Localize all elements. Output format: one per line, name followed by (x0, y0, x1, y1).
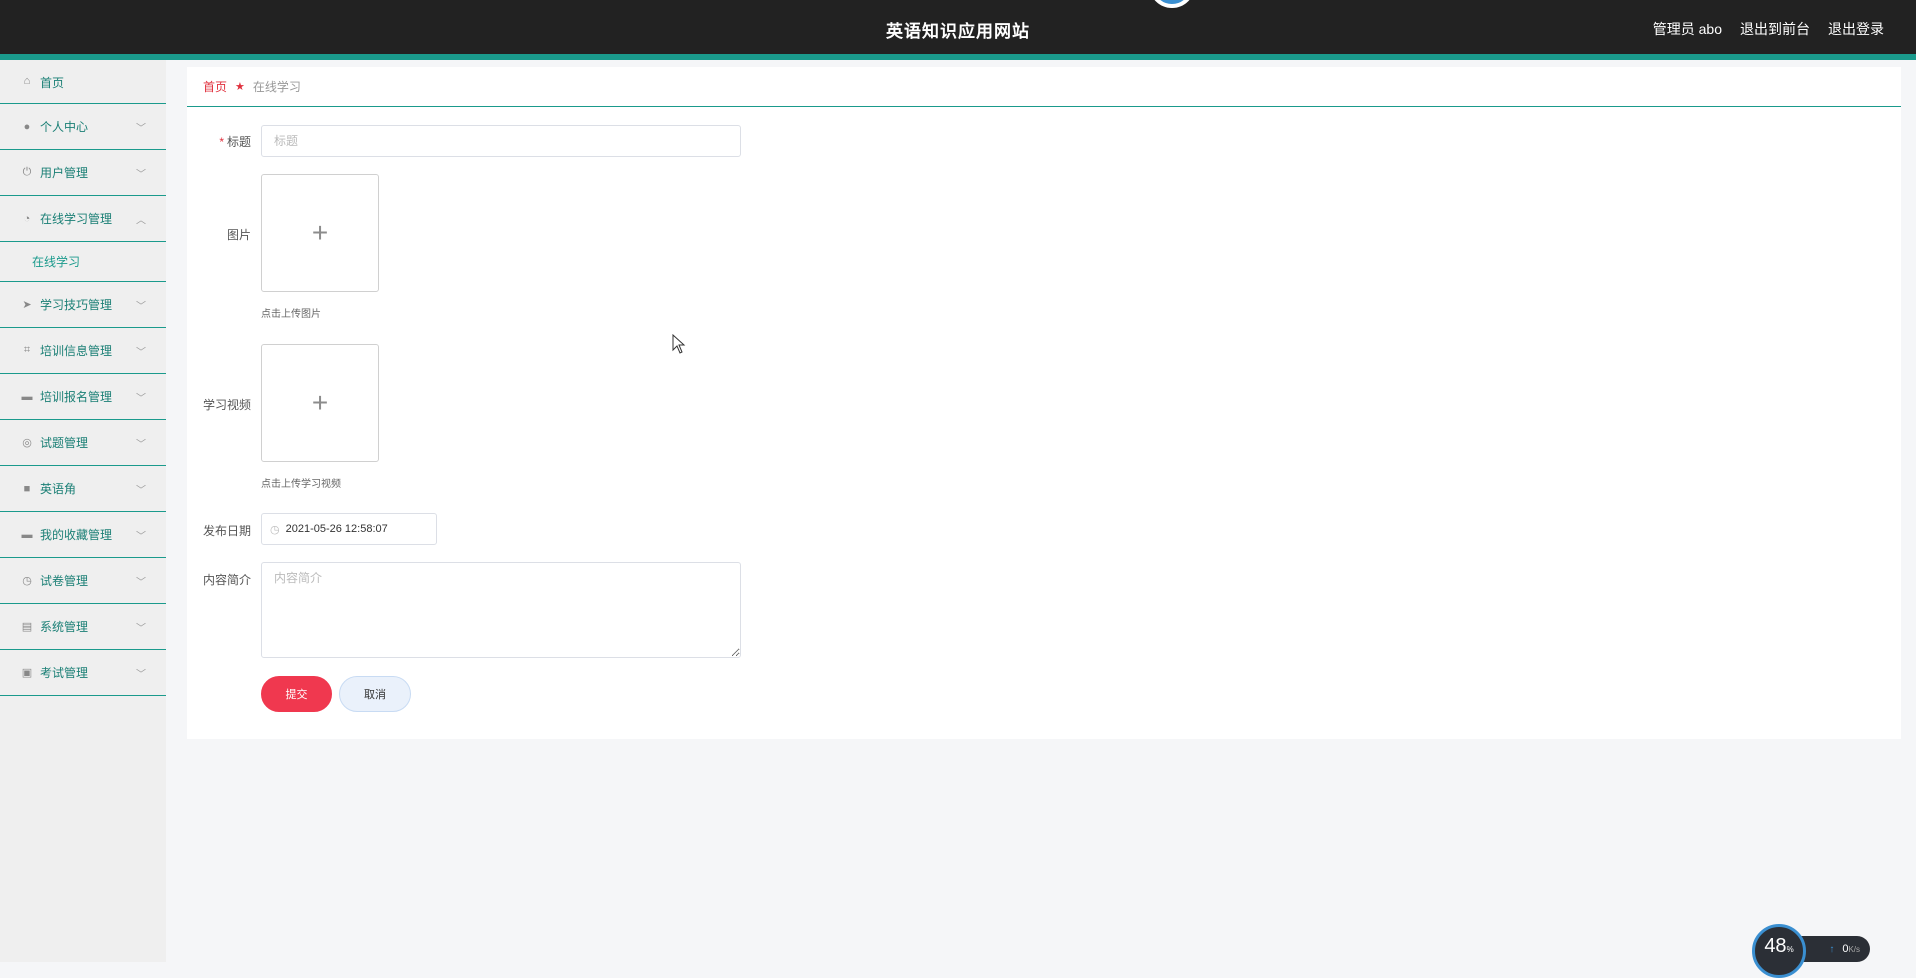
intro-label: 内容简介 (202, 573, 251, 587)
image-upload-box[interactable]: + (261, 174, 379, 292)
admin-username: 管理员 abo (1652, 21, 1722, 37)
sidebar-item-label: 系统管理 (40, 620, 89, 634)
check-clipboard-icon: ▣ (21, 667, 33, 679)
plus-icon: + (311, 387, 329, 418)
sidebar-item-home[interactable]: ⌂ 首页 (0, 60, 166, 104)
chevron-down-icon: ﹀ (136, 669, 146, 680)
dashboard-icon: ◔ (23, 212, 31, 225)
chevron-down-icon: ﹀ (136, 577, 146, 588)
user-icon: ● (23, 120, 31, 133)
sidebar-item-question-management[interactable]: ◎ 试题管理 ﹀ (0, 420, 166, 466)
chevron-down-icon: ﹀ (136, 439, 146, 450)
sidebar-item-label: 我的收藏管理 (40, 528, 113, 542)
folder-icon: ▬ (21, 528, 33, 541)
usage-percent-unit: % (1786, 945, 1794, 954)
sidebar-item-label: 培训信息管理 (40, 344, 113, 358)
sidebar-item-training-info[interactable]: ⌗ 培训信息管理 ﹀ (0, 328, 166, 374)
star-icon: ★ (235, 81, 245, 93)
image-label: 图片 (226, 228, 251, 242)
chevron-down-icon: ﹀ (136, 531, 146, 542)
intro-textarea[interactable] (261, 562, 741, 658)
send-icon: ➤ (22, 299, 32, 311)
main-panel: 首页 ★ 在线学习 *标题 图片 + 点击上传图片 学习视频 + 点击上传学习视… (187, 67, 1901, 739)
title-label: * 标题 (187, 133, 251, 150)
briefcase-icon: ■ (23, 482, 31, 495)
sidebar-item-user-management[interactable]: ⏻ 用户管理 ﹀ (0, 150, 166, 196)
clock-icon: ◷ (22, 575, 32, 587)
chevron-down-icon: ﹀ (136, 347, 146, 358)
sidebar-item-label: 个人中心 (40, 120, 89, 134)
logout-link[interactable]: 退出登录 (1828, 19, 1884, 39)
clock-icon: ◷ (270, 523, 280, 536)
chevron-up-icon: ︿ (136, 215, 146, 226)
plus-icon: + (311, 217, 329, 248)
chevron-down-icon: ﹀ (136, 393, 146, 404)
sidebar-item-training-signup[interactable]: ▬ 培训报名管理 ﹀ (0, 374, 166, 420)
sidebar-item-label: 用户管理 (40, 166, 89, 180)
title-label-text: 标题 (226, 135, 251, 149)
sidebar-item-study-tips[interactable]: ➤ 学习技巧管理 ﹀ (0, 282, 166, 328)
date-label: 发布日期 (202, 524, 251, 538)
chevron-down-icon: ﹀ (136, 623, 146, 634)
chevron-down-icon: ﹀ (136, 169, 146, 180)
globe-icon: ◎ (22, 437, 32, 449)
publish-date-value: 2021-05-26 12:58:07 (285, 523, 388, 535)
required-mark: * (219, 135, 224, 149)
breadcrumb-home[interactable]: 首页 (203, 78, 227, 95)
video-upload-box[interactable]: + (261, 344, 379, 462)
clipboard-icon: ▤ (21, 621, 33, 633)
breadcrumb-current: 在线学习 (252, 80, 301, 94)
power-icon: ⏻ (22, 166, 32, 178)
comment-icon: ▬ (21, 390, 33, 403)
cancel-button[interactable]: 取消 (339, 676, 411, 712)
sidebar-item-label: 英语角 (40, 482, 77, 496)
sidebar-subitem-online-learning[interactable]: 在线学习 (0, 242, 166, 282)
usage-percent: 48 (1764, 935, 1787, 957)
upload-arrow-icon: ↑ (1829, 943, 1835, 955)
sidebar-item-label: 试卷管理 (40, 574, 89, 588)
sidebar: ⌂ 首页 ● 个人中心 ﹀ ⏻ 用户管理 ﹀ ◔ 在线学习管理 ︿ 在线学习 ➤… (0, 60, 166, 962)
video-label: 学习视频 (202, 398, 251, 412)
sidebar-item-online-learning-management[interactable]: ◔ 在线学习管理 ︿ (0, 196, 166, 242)
home-icon: ⌂ (23, 75, 31, 87)
publish-date-input[interactable]: ◷ 2021-05-26 12:58:07 (261, 513, 437, 545)
sidebar-item-label: 首页 (40, 76, 65, 90)
mouse-cursor-icon (672, 334, 686, 354)
chevron-down-icon: ﹀ (136, 301, 146, 312)
submit-button[interactable]: 提交 (261, 676, 332, 712)
sidebar-item-label: 培训报名管理 (40, 390, 113, 404)
sidebar-item-label: 试题管理 (40, 436, 89, 450)
sidebar-item-system-management[interactable]: ▤ 系统管理 ﹀ (0, 604, 166, 650)
sidebar-item-label: 考试管理 (40, 666, 89, 680)
crop-icon: ⌗ (23, 344, 31, 356)
sidebar-subitem-label: 在线学习 (32, 255, 81, 269)
exit-to-front-link[interactable]: 退出到前台 (1740, 19, 1810, 39)
site-title: 英语知识应用网站 (886, 22, 1030, 41)
logo-icon (1149, 0, 1195, 8)
speed-unit: K/s (1848, 945, 1860, 954)
network-speed-widget: ↑ 0K/s 48% (1752, 924, 1872, 978)
sidebar-item-exam-management[interactable]: ▣ 考试管理 ﹀ (0, 650, 166, 696)
usage-gauge: 48% (1752, 924, 1806, 978)
title-input[interactable] (261, 125, 741, 157)
sidebar-item-label: 学习技巧管理 (40, 298, 113, 312)
sidebar-item-english-corner[interactable]: ■ 英语角 ﹀ (0, 466, 166, 512)
video-upload-tip: 点击上传学习视频 (261, 479, 341, 490)
chevron-down-icon: ﹀ (136, 485, 146, 496)
sidebar-item-favorites[interactable]: ▬ 我的收藏管理 ﹀ (0, 512, 166, 558)
top-header: 英语知识应用网站 管理员 abo 退出到前台 退出登录 (0, 0, 1916, 60)
sidebar-item-label: 在线学习管理 (40, 212, 113, 226)
sidebar-item-personal-center[interactable]: ● 个人中心 ﹀ (0, 104, 166, 150)
breadcrumb: 首页 ★ 在线学习 (187, 67, 1901, 107)
image-upload-tip: 点击上传图片 (261, 309, 321, 320)
speed-readout: ↑ 0K/s (1798, 936, 1870, 962)
chevron-down-icon: ﹀ (136, 123, 146, 134)
sidebar-item-paper-management[interactable]: ◷ 试卷管理 ﹀ (0, 558, 166, 604)
header-links: 管理员 abo 退出到前台 退出登录 (1653, 19, 1884, 39)
